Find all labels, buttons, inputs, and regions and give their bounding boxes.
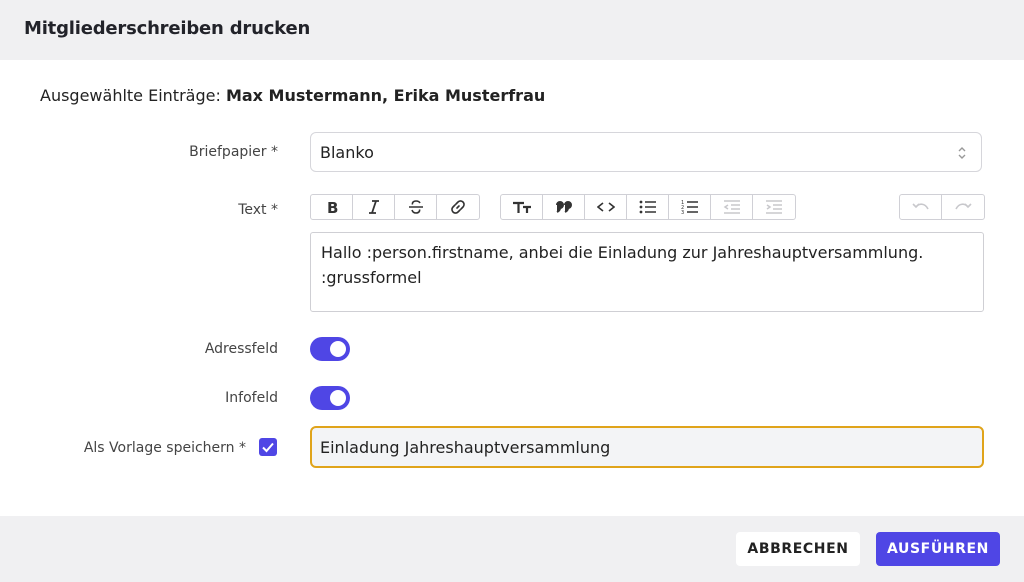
dialog-footer [0,516,1024,582]
toggle-knob [330,390,346,406]
code-icon[interactable] [585,195,627,219]
numbered-list-icon[interactable]: 123 [669,195,711,219]
letterhead-label: Briefpapier * [189,144,278,160]
dialog-title: Mitgliederschreiben drucken [24,18,311,39]
toolbar-format-group: B [310,194,480,220]
letterhead-value: Blanko [320,143,374,162]
toolbar-history-group [899,194,985,220]
select-chevron-icon [958,147,966,159]
svg-text:3: 3 [681,210,684,215]
indent-icon[interactable] [753,195,795,219]
selected-entries-label: Ausgewählte Einträge: [40,86,221,105]
toolbar-block-group: 123 [500,194,796,220]
heading-icon[interactable] [501,195,543,219]
save-template-checkbox[interactable] [259,438,277,456]
template-name-input[interactable] [320,436,960,458]
save-template-label: Als Vorlage speichern * [83,440,246,456]
strikethrough-icon[interactable] [395,195,437,219]
dialog-header: Mitgliederschreiben drucken [0,0,1024,60]
editor-line-2: :grussformel [321,268,422,287]
address-field-label: Adressfeld [204,341,278,357]
svg-text:B: B [327,200,338,214]
bullet-list-icon[interactable] [627,195,669,219]
run-button[interactable]: AUSFÜHREN [876,532,1000,566]
undo-icon[interactable] [900,195,942,219]
italic-icon[interactable] [353,195,395,219]
editor-line-1: Hallo :person.firstname, anbei die Einla… [321,243,924,262]
outdent-icon[interactable] [711,195,753,219]
letterhead-select[interactable]: Blanko [310,132,982,172]
bold-icon[interactable]: B [311,195,353,219]
quote-icon[interactable] [543,195,585,219]
cancel-button[interactable]: ABBRECHEN [736,532,860,566]
info-field-label: Infofeld [225,390,278,406]
toggle-knob [330,341,346,357]
redo-icon[interactable] [942,195,984,219]
checkmark-icon [262,442,274,453]
text-editor[interactable]: Hallo :person.firstname, anbei die Einla… [310,232,984,312]
link-icon[interactable] [437,195,479,219]
template-name-field[interactable] [310,426,984,468]
selected-entries: Ausgewählte Einträge: Max Mustermann, Er… [40,86,545,105]
info-field-toggle[interactable] [310,386,350,410]
selected-entries-names: Max Mustermann, Erika Musterfrau [225,86,546,105]
address-field-toggle[interactable] [310,337,350,361]
text-label: Text * [238,202,278,218]
